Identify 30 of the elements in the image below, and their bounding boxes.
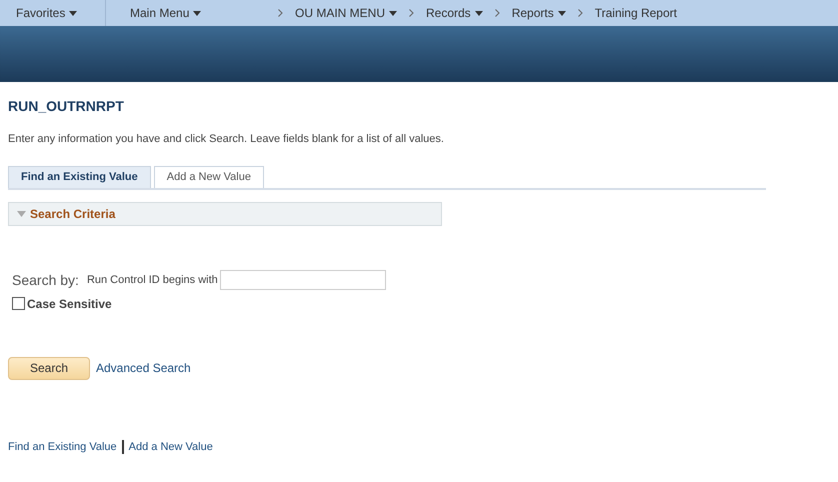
advanced-search-link[interactable]: Advanced Search: [96, 359, 191, 377]
field-label: Run Control ID begins with: [86, 272, 218, 288]
breadcrumb-link[interactable]: Reports: [512, 4, 566, 22]
footer-link[interactable]: Add a New Value: [128, 438, 213, 455]
breadcrumb-link[interactable]: OU MAIN MENU: [295, 4, 397, 22]
section-title: Search Criteria: [30, 206, 116, 222]
input-field[interactable]: [220, 270, 386, 290]
instructions: Enter any information you have and click Search. Leave fields blank for a list of all values.: [8, 132, 445, 147]
caret-icon: [389, 10, 397, 16]
caret-icon: [69, 10, 78, 16]
page-title: RUN_OUTRNRPT: [8, 97, 125, 116]
search-by-label: Search by:: [12, 270, 79, 290]
checkbox[interactable]: [12, 297, 25, 310]
chevron-icon: [578, 9, 583, 17]
menu-button[interactable]: Favorites: [16, 4, 78, 22]
menu-button[interactable]: Main Menu: [130, 4, 202, 22]
chevron-icon: [409, 9, 414, 17]
caret-icon: [474, 10, 483, 16]
tab[interactable]: Add a New Value: [154, 166, 264, 188]
tab[interactable]: Find an Existing Value: [8, 166, 151, 188]
breadcrumb-link[interactable]: Records: [426, 4, 483, 22]
search-criteria-header[interactable]: Search Criteria: [8, 202, 442, 226]
chevron-icon: [494, 9, 500, 17]
breadcrumb-link[interactable]: Training Report: [594, 4, 677, 22]
footer-link[interactable]: Find an Existing Value: [8, 438, 117, 455]
checkbox-label: Case Sensitive: [27, 296, 112, 312]
chevron-icon: [278, 9, 283, 17]
search-button[interactable]: Search: [8, 356, 90, 380]
caret-icon: [193, 10, 202, 16]
caret-icon: [558, 10, 566, 16]
